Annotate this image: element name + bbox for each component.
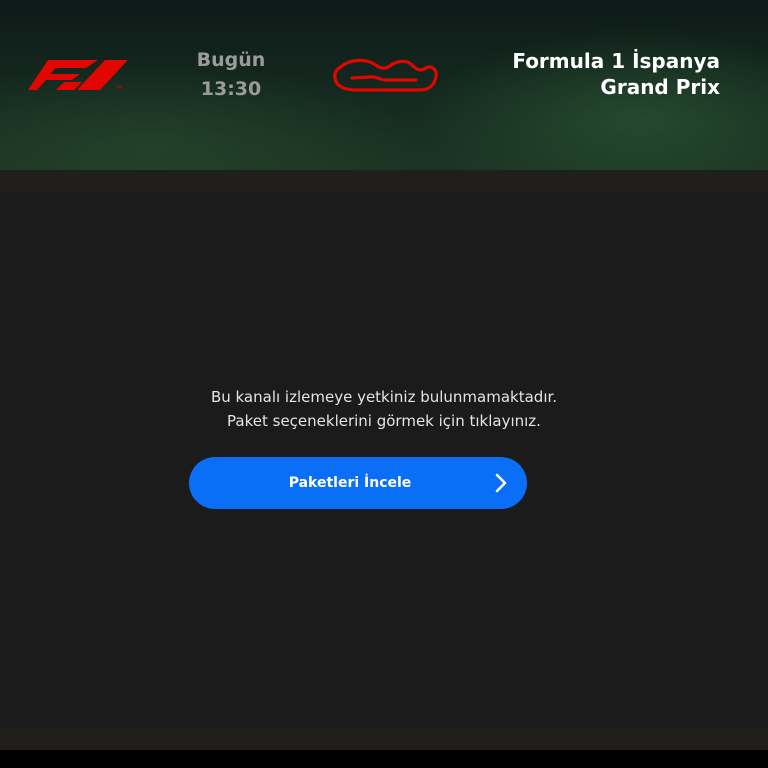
access-denied-message: Bu kanalı izlemeye yetkiniz bulunmamakta… — [134, 385, 634, 433]
footer-divider — [0, 728, 768, 750]
footer-bar — [0, 750, 768, 768]
event-title-line-1: Formula 1 İspanya — [512, 49, 720, 73]
message-line-2: Paket seçeneklerini görmek için tıklayın… — [227, 412, 541, 430]
event-title: Formula 1 İspanya Grand Prix — [480, 48, 720, 100]
view-packages-button[interactable]: Paketleri İncele — [189, 457, 527, 509]
chevron-right-icon — [495, 473, 507, 493]
view-packages-label: Paketleri İncele — [288, 475, 412, 491]
event-title-line-2: Grand Prix — [600, 75, 720, 99]
start-time-block: Bugün 13:30 — [180, 46, 282, 104]
circuit-layout-icon — [333, 58, 438, 92]
event-header: TM Bugün 13:30 Formula 1 İspanya Grand P… — [0, 0, 768, 170]
player-page: TM Bugün 13:30 Formula 1 İspanya Grand P… — [0, 0, 768, 768]
f1-logo-icon: TM — [28, 60, 128, 90]
message-line-1: Bu kanalı izlemeye yetkiniz bulunmamakta… — [210, 388, 558, 406]
day-label: Bugün — [196, 49, 266, 71]
header-divider — [0, 170, 768, 192]
start-time: 13:30 — [200, 78, 262, 100]
svg-text:TM: TM — [115, 85, 122, 90]
